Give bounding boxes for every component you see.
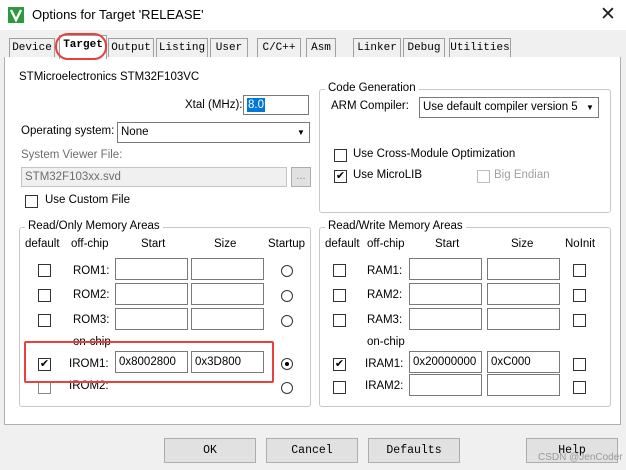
ram1-noinit-checkbox[interactable] — [573, 264, 586, 277]
compiler-select[interactable]: Use default compiler version 5 ▼ — [419, 97, 599, 118]
rom3-size-input[interactable] — [191, 308, 264, 330]
microlib-label: Use MicroLIB — [353, 169, 423, 181]
ram1-start-input[interactable] — [409, 258, 482, 280]
ram-header-size: Size — [511, 238, 534, 250]
ram3-default-checkbox[interactable] — [333, 314, 346, 327]
ram3-noinit-checkbox[interactable] — [573, 314, 586, 327]
cross-module-label: Use Cross-Module Optimization — [353, 148, 516, 160]
ram-header-start: Start — [435, 238, 460, 250]
ram2-size-input[interactable] — [487, 283, 560, 305]
ram-header-default: default — [325, 238, 360, 250]
irom2-startup-radio[interactable] — [281, 382, 293, 394]
code-generation-title: Code Generation — [325, 82, 419, 94]
xtal-input[interactable]: 8.0 — [243, 95, 309, 115]
xtal-value: 8.0 — [247, 98, 265, 112]
iram1-label: IRAM1: — [365, 358, 404, 370]
use-custom-file-checkbox[interactable] — [25, 195, 38, 208]
tab-highlight-annotation — [55, 33, 107, 60]
rom2-startup-radio[interactable] — [281, 290, 293, 302]
tab-c-cpp[interactable]: C/C++ — [257, 38, 301, 58]
iram2-default-checkbox[interactable] — [333, 381, 346, 394]
tab-device[interactable]: Device — [9, 38, 55, 58]
device-name: STMicroelectronics STM32F103VC — [19, 71, 200, 83]
ram2-default-checkbox[interactable] — [333, 289, 346, 302]
close-icon[interactable]: ✕ — [596, 3, 620, 27]
rom3-label: ROM3: — [73, 314, 110, 326]
chevron-down-icon: ▼ — [586, 103, 594, 112]
big-endian-label: Big Endian — [494, 169, 550, 181]
ram3-start-input[interactable] — [409, 308, 482, 330]
ram-header-offchip: off-chip — [367, 238, 405, 250]
rom3-startup-radio[interactable] — [281, 315, 293, 327]
tab-output[interactable]: Output — [108, 38, 154, 58]
rom1-label: ROM1: — [73, 265, 110, 277]
os-select[interactable]: None ▼ — [117, 122, 310, 143]
rom-header-size: Size — [214, 238, 237, 250]
os-label: Operating system: — [21, 125, 115, 137]
tab-asm[interactable]: Asm — [306, 38, 336, 58]
rom3-default-checkbox[interactable] — [38, 314, 51, 327]
ram1-size-input[interactable] — [487, 258, 560, 280]
iram2-start-input[interactable] — [409, 374, 482, 396]
irom1-startup-radio[interactable] — [281, 358, 293, 370]
rom-header-offchip: off-chip — [71, 238, 109, 250]
rom1-default-checkbox[interactable] — [38, 264, 51, 277]
cancel-button[interactable]: Cancel — [266, 438, 358, 463]
tab-linker[interactable]: Linker — [353, 38, 401, 58]
irom1-highlight-annotation — [24, 341, 274, 383]
iram1-start-input[interactable]: 0x20000000 — [409, 351, 482, 373]
os-value: None — [121, 126, 149, 138]
rom-header-default: default — [25, 238, 60, 250]
defaults-button[interactable]: Defaults — [368, 438, 460, 463]
cross-module-checkbox[interactable] — [334, 149, 347, 162]
tab-listing[interactable]: Listing — [156, 38, 208, 58]
ram3-label: RAM3: — [367, 314, 403, 326]
rom1-size-input[interactable] — [191, 258, 264, 280]
rom2-default-checkbox[interactable] — [38, 289, 51, 302]
rom2-label: ROM2: — [73, 289, 110, 301]
ram-title: Read/Write Memory Areas — [325, 220, 466, 232]
xtal-label: Xtal (MHz): — [185, 99, 243, 111]
rom3-start-input[interactable] — [115, 308, 188, 330]
ram2-label: RAM2: — [367, 289, 403, 301]
ram1-label: RAM1: — [367, 265, 403, 277]
rom-header-startup: Startup — [268, 238, 306, 250]
keil-uvision-icon — [8, 7, 24, 23]
iram1-size-input[interactable]: 0xC000 — [487, 351, 560, 373]
ram-header-noinit: NoInit — [565, 238, 596, 250]
ram-onchip-label: on-chip — [367, 336, 405, 348]
window-title: Options for Target 'RELEASE' — [32, 7, 204, 22]
iram2-size-input[interactable] — [487, 374, 560, 396]
svd-browse-button[interactable]: ... — [291, 167, 311, 187]
microlib-checkbox[interactable]: ✔ — [334, 170, 347, 183]
chevron-down-icon: ▼ — [297, 128, 305, 137]
ram2-noinit-checkbox[interactable] — [573, 289, 586, 302]
svd-input[interactable]: STM32F103xx.svd — [21, 167, 287, 187]
ram1-default-checkbox[interactable] — [333, 264, 346, 277]
tab-debug[interactable]: Debug — [403, 38, 445, 58]
big-endian-checkbox[interactable] — [477, 170, 490, 183]
use-custom-file-label: Use Custom File — [45, 194, 130, 206]
rom1-start-input[interactable] — [115, 258, 188, 280]
rom1-startup-radio[interactable] — [281, 265, 293, 277]
rom-title: Read/Only Memory Areas — [25, 220, 163, 232]
iram1-default-checkbox[interactable]: ✔ — [333, 358, 346, 371]
ram3-size-input[interactable] — [487, 308, 560, 330]
iram2-noinit-checkbox[interactable] — [573, 381, 586, 394]
iram1-noinit-checkbox[interactable] — [573, 358, 586, 371]
radio-selected-dot — [285, 362, 289, 366]
ok-button[interactable]: OK — [164, 438, 256, 463]
ram2-start-input[interactable] — [409, 283, 482, 305]
rom2-start-input[interactable] — [115, 283, 188, 305]
svd-label: System Viewer File: — [21, 149, 123, 161]
iram2-label: IRAM2: — [365, 380, 404, 392]
tab-utilities[interactable]: Utilities — [449, 38, 511, 58]
compiler-value: Use default compiler version 5 — [423, 101, 578, 113]
tab-user[interactable]: User — [210, 38, 248, 58]
rom2-size-input[interactable] — [191, 283, 264, 305]
watermark: CSDN @JenCoder — [538, 452, 623, 463]
rom-header-start: Start — [141, 238, 166, 250]
compiler-label: ARM Compiler: — [331, 100, 409, 112]
